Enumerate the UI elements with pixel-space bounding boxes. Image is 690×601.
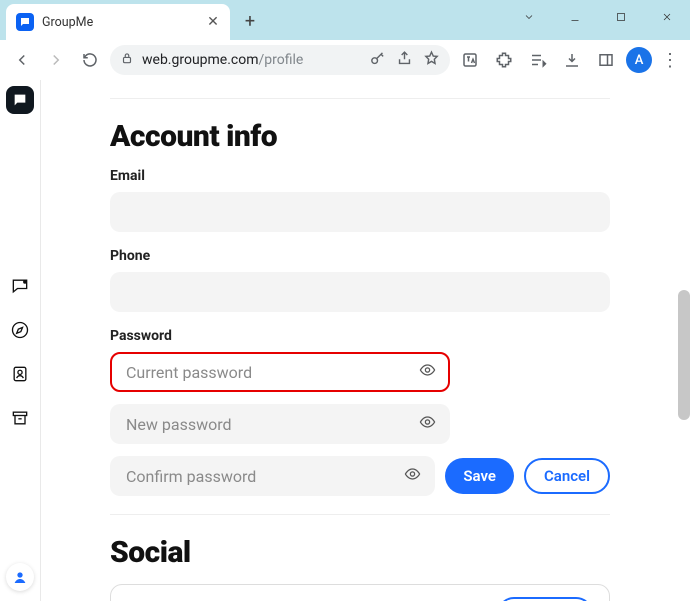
- groupme-favicon: [16, 13, 34, 31]
- translate-icon[interactable]: [456, 46, 484, 74]
- reload-button[interactable]: [76, 46, 104, 74]
- show-password-icon[interactable]: [419, 414, 436, 435]
- window-titlebar: GroupMe ✕ +: [0, 0, 690, 40]
- address-bar[interactable]: web.groupme.com/profile: [110, 45, 450, 75]
- extensions-icon[interactable]: [490, 46, 518, 74]
- contacts-icon[interactable]: [8, 362, 32, 386]
- chats-icon[interactable]: [8, 274, 32, 298]
- divider: [110, 514, 610, 515]
- downloads-icon[interactable]: [558, 46, 586, 74]
- show-password-icon[interactable]: [404, 466, 421, 487]
- maximize-icon[interactable]: [598, 0, 644, 34]
- email-field[interactable]: [110, 192, 610, 232]
- show-password-icon[interactable]: [419, 362, 436, 383]
- social-facebook-row: Facebook Connect: [110, 584, 610, 601]
- discover-icon[interactable]: [8, 318, 32, 342]
- placeholder-text: Current password: [126, 363, 252, 382]
- label-phone: Phone: [110, 248, 610, 264]
- connect-button[interactable]: Connect: [497, 597, 593, 601]
- placeholder-text: New password: [126, 415, 232, 434]
- minimize-icon[interactable]: [552, 0, 598, 34]
- section-heading-account: Account info: [110, 119, 610, 154]
- key-icon[interactable]: [369, 50, 386, 71]
- current-password-field[interactable]: Current password: [110, 352, 450, 392]
- panel-icon[interactable]: [592, 46, 620, 74]
- groupme-logo[interactable]: [6, 86, 34, 114]
- user-avatar-icon[interactable]: [6, 563, 34, 591]
- archive-icon[interactable]: [8, 406, 32, 430]
- close-tab-icon[interactable]: ✕: [206, 15, 220, 29]
- section-heading-social: Social: [110, 535, 610, 570]
- page-viewport: Account info Email Phone Password Curren…: [0, 80, 690, 601]
- browser-tab[interactable]: GroupMe ✕: [6, 4, 230, 40]
- browser-toolbar: web.groupme.com/profile A ⋮: [0, 40, 690, 80]
- divider: [110, 98, 610, 99]
- confirm-password-field[interactable]: Confirm password: [110, 456, 435, 496]
- save-button[interactable]: Save: [445, 458, 514, 494]
- main-content: Account info Email Phone Password Curren…: [40, 80, 690, 601]
- playlist-icon[interactable]: [524, 46, 552, 74]
- phone-field[interactable]: [110, 272, 610, 312]
- profile-avatar[interactable]: A: [626, 47, 652, 73]
- menu-icon[interactable]: ⋮: [658, 50, 682, 71]
- window-controls: [506, 0, 690, 34]
- url-text: web.groupme.com/profile: [142, 52, 361, 68]
- star-icon[interactable]: [423, 50, 440, 71]
- new-tab-button[interactable]: +: [236, 7, 264, 35]
- lock-icon: [120, 51, 134, 69]
- placeholder-text: Confirm password: [126, 467, 256, 486]
- cancel-button[interactable]: Cancel: [524, 458, 610, 494]
- close-window-icon[interactable]: [644, 0, 690, 34]
- expand-down-icon[interactable]: [506, 0, 552, 34]
- tab-title: GroupMe: [42, 15, 198, 30]
- scrollbar-thumb[interactable]: [678, 290, 690, 420]
- share-icon[interactable]: [396, 50, 413, 71]
- label-email: Email: [110, 168, 610, 184]
- forward-button[interactable]: [42, 46, 70, 74]
- label-password: Password: [110, 328, 610, 344]
- app-sidebar: [0, 80, 40, 601]
- back-button[interactable]: [8, 46, 36, 74]
- new-password-field[interactable]: New password: [110, 404, 450, 444]
